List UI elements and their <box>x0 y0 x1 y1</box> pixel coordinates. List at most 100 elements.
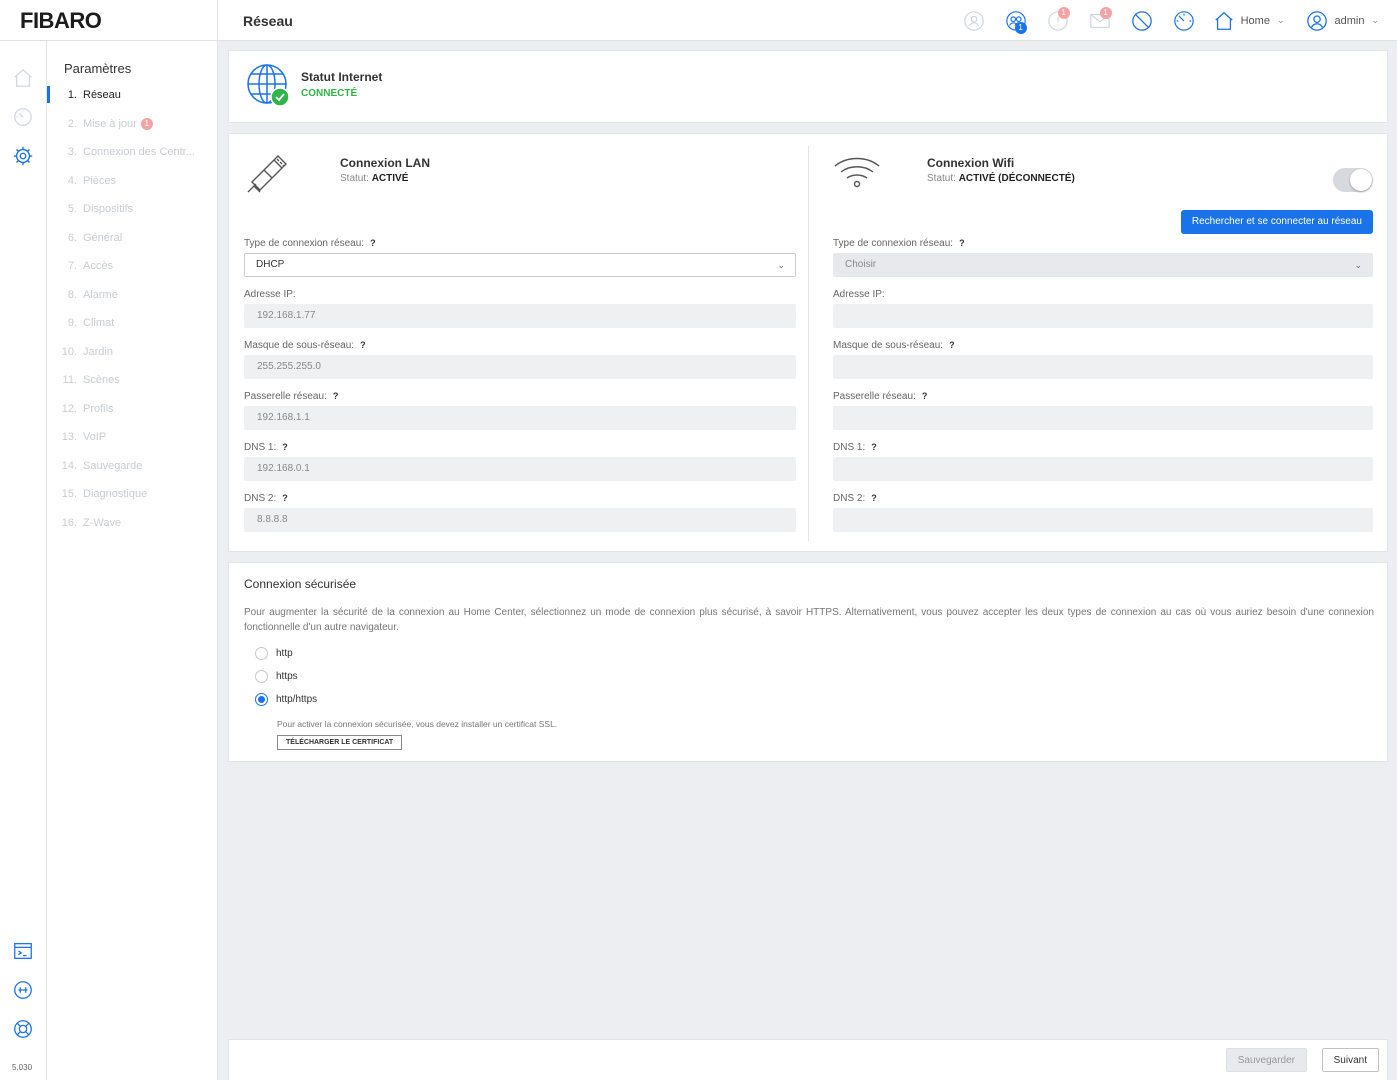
nav-item-number: 6. <box>67 231 77 244</box>
secure-connection-card: Connexion sécurisée Pour augmenter la sé… <box>228 562 1388 762</box>
settings-nav-item[interactable]: 6. Général <box>47 228 218 257</box>
dashboard-icon[interactable] <box>12 106 34 128</box>
page-title: Réseau <box>243 13 293 29</box>
wifi-conn-type-value: Choisir <box>845 259 877 270</box>
lan-dns2-label: DNS 2:? <box>244 493 288 504</box>
chevron-down-icon: ⌄ <box>1276 15 1285 25</box>
user-menu[interactable]: admin ⌄ <box>1306 10 1379 32</box>
next-button[interactable]: Suivant <box>1321 1048 1379 1072</box>
radio-button[interactable] <box>255 646 268 660</box>
radio-https[interactable]: https <box>255 668 298 684</box>
nav-item-number: 13. <box>61 431 77 443</box>
avatar-icon <box>1307 10 1328 31</box>
settings-nav-item[interactable]: 8. Alarme <box>47 285 218 314</box>
icon-rail: 5.030 <box>0 41 47 1080</box>
scan-network-button[interactable]: Rechercher et se connecter au réseau <box>1180 210 1373 234</box>
help-mark[interactable]: ? <box>282 442 288 452</box>
help-mark[interactable]: ? <box>333 391 339 401</box>
lan-dns1-label: DNS 1:? <box>244 442 288 453</box>
wifi-gateway-input[interactable] <box>833 406 1373 430</box>
wifi-dns1-input[interactable] <box>833 457 1373 481</box>
lan-dns1-input[interactable]: 192.168.0.1 <box>244 457 796 481</box>
settings-nav-item[interactable]: 11. Scènes <box>47 370 218 399</box>
wifi-dns2-label: DNS 2:? <box>833 493 877 504</box>
help-icon[interactable] <box>12 1018 34 1040</box>
download-certificate-button[interactable]: TÉLÉCHARGER LE CERTIFICAT <box>277 735 403 750</box>
settings-nav-item[interactable]: 13. VoIP <box>47 427 218 456</box>
wifi-conn-type-select[interactable]: Choisir ⌄ <box>833 253 1373 277</box>
wifi-toggle[interactable] <box>1333 168 1373 192</box>
radio-label: https <box>276 670 298 682</box>
wifi-status-label: Statut: <box>927 173 956 184</box>
nav-item-label: Général <box>83 231 123 244</box>
fibaro-logo[interactable]: FIBARO <box>20 8 102 34</box>
nav-item-number: 12. <box>61 402 77 415</box>
radio-http[interactable]: http <box>255 645 293 661</box>
settings-nav-item[interactable]: 9. Climat <box>47 313 218 342</box>
nav-item-label: Climat <box>83 317 115 329</box>
lan-ip-label: Adresse IP: <box>244 289 296 300</box>
users-icon[interactable]: 1 <box>995 0 1037 41</box>
nav-item-number: 11. <box>62 374 77 386</box>
radio-button[interactable] <box>255 669 268 683</box>
radio-button-selected[interactable] <box>255 692 268 706</box>
settings-nav-item[interactable]: 5. Dispositifs <box>47 199 218 228</box>
notification-icon[interactable]: 1 <box>1037 0 1079 41</box>
settings-nav-item[interactable]: 14. Sauvegarde <box>47 456 218 485</box>
home-selector[interactable]: Home ⌄ <box>1213 10 1285 32</box>
settings-nav-item[interactable]: 10. Jardin <box>47 342 218 371</box>
users-badge: 1 <box>1014 22 1027 34</box>
settings-nav-item[interactable]: 3. Connexion des Centr... <box>47 142 218 171</box>
secure-description: Pour augmenter la sécurité de la connexi… <box>244 607 1374 633</box>
help-mark[interactable]: ? <box>360 340 366 350</box>
lan-mask-label: Masque de sous-réseau:? <box>244 340 366 351</box>
save-button[interactable]: Sauvegarder <box>1225 1048 1307 1072</box>
forbidden-icon[interactable] <box>1121 0 1163 41</box>
settings-nav-item[interactable]: 15. Diagnostique <box>47 484 218 513</box>
settings-nav-item[interactable]: 16. Z-Wave <box>47 513 218 542</box>
help-mark[interactable]: ? <box>949 340 955 350</box>
nav-item-label: VoIP <box>83 431 107 443</box>
nav-item-label: Mise à jour <box>83 117 137 130</box>
lan-conn-type-select[interactable]: DHCP ⌄ <box>244 253 796 277</box>
nav-item-number: 1. <box>67 89 77 101</box>
help-mark[interactable]: ? <box>370 238 376 248</box>
settings-nav-item[interactable]: 4. Pièces <box>47 171 218 200</box>
ethernet-cable-icon <box>244 148 292 196</box>
wifi-dns2-input[interactable] <box>833 508 1373 532</box>
help-mark[interactable]: ? <box>282 493 288 503</box>
internet-status-title: Statut Internet <box>301 70 383 84</box>
settings-nav: Paramètres 1. Réseau 2. Mise à jour 1 3. Conne… <box>47 41 218 1080</box>
settings-nav-item[interactable]: 7. Accès <box>47 256 218 285</box>
chevron-down-icon: ⌄ <box>777 260 785 270</box>
help-mark[interactable]: ? <box>959 238 965 248</box>
plugin-icon[interactable] <box>12 979 34 1001</box>
wifi-mask-input[interactable] <box>833 355 1373 379</box>
nav-item-label: Pièces <box>83 174 117 187</box>
terminal-icon[interactable] <box>12 940 34 962</box>
settings-nav-item[interactable]: 1. Réseau <box>47 85 218 114</box>
settings-nav-item[interactable]: 12. Profils <box>47 399 218 428</box>
lan-title: Connexion LAN <box>340 156 430 170</box>
lan-mask-input[interactable]: 255.255.255.0 <box>244 355 796 379</box>
nav-item-label: Profils <box>83 402 114 415</box>
help-mark[interactable]: ? <box>871 493 877 503</box>
help-mark[interactable]: ? <box>922 391 928 401</box>
lan-ip-input[interactable]: 192.168.1.77 <box>244 304 796 328</box>
user-icon[interactable] <box>953 0 995 41</box>
user-label: admin <box>1334 14 1365 27</box>
radio-label: http <box>276 647 293 659</box>
mail-icon[interactable]: 1 <box>1079 0 1121 41</box>
wifi-ip-input[interactable] <box>833 304 1373 328</box>
lan-gateway-input[interactable]: 192.168.1.1 <box>244 406 796 430</box>
settings-nav-item[interactable]: 2. Mise à jour 1 <box>47 114 218 143</box>
help-mark[interactable]: ? <box>871 442 877 452</box>
wifi-gateway-label: Passerelle réseau:? <box>833 391 928 402</box>
nav-item-label: Jardin <box>83 345 113 358</box>
gauge-icon[interactable] <box>1163 0 1205 41</box>
wifi-ip-label: Adresse IP: <box>833 289 885 300</box>
lan-dns2-input[interactable]: 8.8.8.8 <box>244 508 796 532</box>
home-icon[interactable] <box>12 67 34 89</box>
radio-http-https[interactable]: http/https <box>255 691 317 707</box>
gear-icon[interactable] <box>12 145 34 167</box>
